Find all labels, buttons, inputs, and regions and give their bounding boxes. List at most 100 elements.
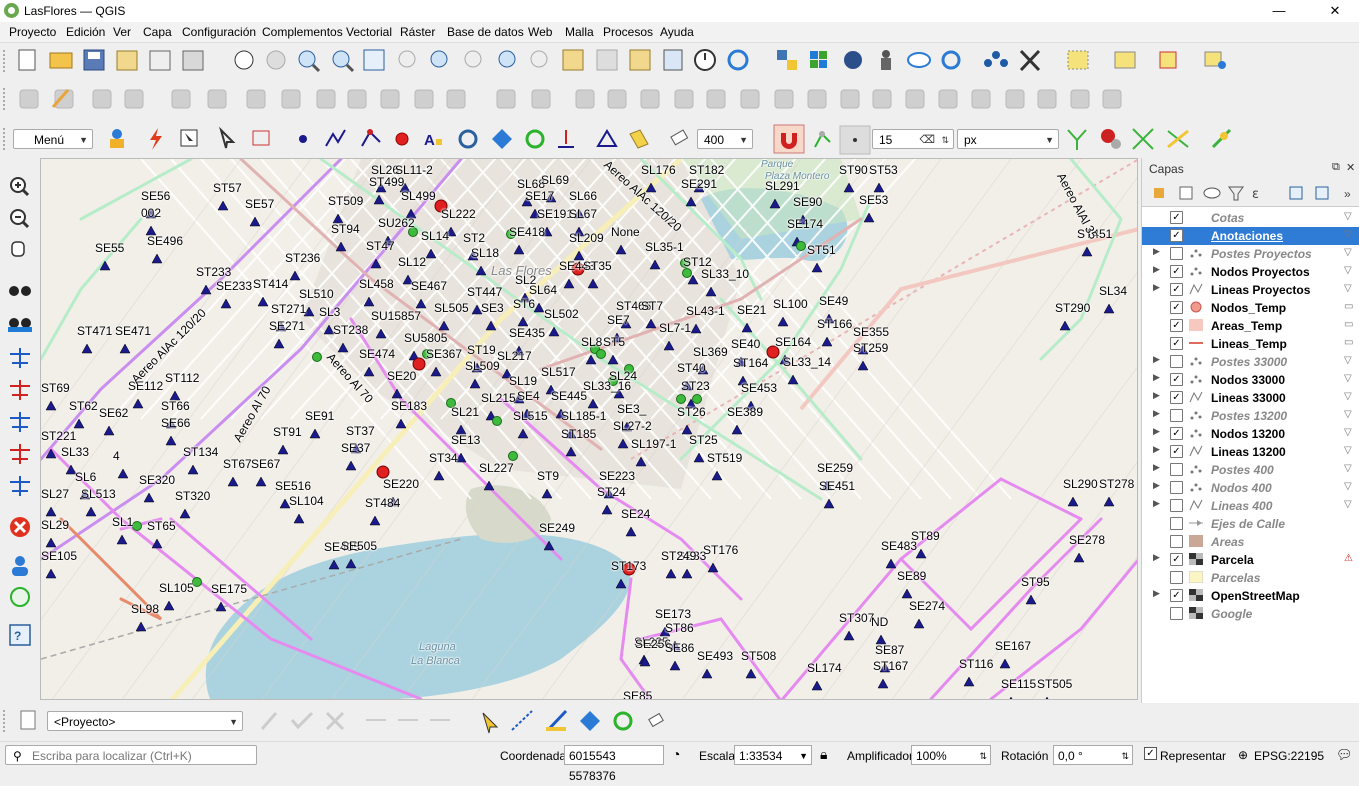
filter-icon[interactable]: ▽ xyxy=(1344,355,1354,366)
layer-anotaciones[interactable]: ✓ Anotaciones ▽ xyxy=(1142,227,1359,245)
eraser-icon[interactable] xyxy=(648,712,664,728)
expand-arrow-icon[interactable]: ▶ xyxy=(1153,408,1160,419)
layer-openstreetmap[interactable]: ▶ ✓ OpenStreetMap xyxy=(1142,587,1359,605)
expand-arrow-icon[interactable]: ▶ xyxy=(1153,462,1160,473)
node-marker[interactable] xyxy=(873,182,885,193)
zoom-layer-icon[interactable] xyxy=(430,50,448,68)
plugin-windows-icon[interactable] xyxy=(810,51,827,68)
layer-visibility-checkbox[interactable]: ✓ xyxy=(1170,373,1183,386)
disabled-pencil-icon[interactable] xyxy=(260,712,278,730)
layer-areas-temp[interactable]: ✓ Areas_Temp ▭ xyxy=(1142,317,1359,335)
disabled-edit-tool-icon[interactable] xyxy=(92,89,112,109)
select-features-icon[interactable] xyxy=(1067,50,1089,70)
binoculars-layer-icon[interactable] xyxy=(8,318,32,332)
filter-icon[interactable]: ▽ xyxy=(1344,211,1354,222)
disabled-edit-tool-icon[interactable] xyxy=(446,89,466,109)
expand-arrow-icon[interactable]: ▶ xyxy=(1153,444,1160,455)
layer-postes-33000[interactable]: ▶ Postes 33000 ▽ xyxy=(1142,353,1359,371)
layer-visibility-checkbox[interactable] xyxy=(1170,463,1183,476)
disabled-edit-tool-icon[interactable] xyxy=(938,89,958,109)
disabled-edit-tool-icon[interactable] xyxy=(706,89,726,109)
expand-arrow-icon[interactable]: ▶ xyxy=(1153,372,1160,383)
disabled-edit-tool-icon[interactable] xyxy=(414,89,434,109)
cancel-red-icon[interactable] xyxy=(10,517,30,537)
locator-search[interactable]: ⚲ Escriba para localizar (Ctrl+K) xyxy=(5,745,257,765)
node-marker[interactable] xyxy=(187,464,199,475)
layer-visibility-checkbox[interactable]: ✓ xyxy=(1170,211,1183,224)
mouse-icon[interactable]: ◔ xyxy=(672,746,680,762)
disabled-edit-tool-icon[interactable] xyxy=(380,89,400,109)
disabled-edit-tool-icon[interactable] xyxy=(281,89,301,109)
node-marker[interactable] xyxy=(777,316,789,327)
node-marker[interactable] xyxy=(1025,594,1037,605)
new-bookmark-icon[interactable] xyxy=(562,49,584,71)
identify-icon[interactable] xyxy=(1204,51,1226,69)
network-tree-icon-1[interactable] xyxy=(10,348,30,368)
layer-visibility-checkbox[interactable] xyxy=(1170,607,1183,620)
expand-arrow-icon[interactable]: ▶ xyxy=(1153,390,1160,401)
disabled-edit-tool-icon[interactable] xyxy=(971,89,991,109)
disabled-edit-tool-icon[interactable] xyxy=(171,89,191,109)
node-marker[interactable] xyxy=(85,506,97,517)
close-button[interactable]: ✕ xyxy=(1320,2,1350,20)
node-marker[interactable] xyxy=(249,216,261,227)
avoid-overlap-icon[interactable] xyxy=(1211,128,1232,149)
filter-icon[interactable]: ▽ xyxy=(1344,265,1354,276)
node-marker[interactable] xyxy=(135,621,147,632)
green-node[interactable] xyxy=(312,352,322,362)
layer-nodos-400[interactable]: ▶ Nodos 400 ▽ xyxy=(1142,479,1359,497)
menu-ver[interactable]: Ver xyxy=(113,25,131,39)
zoom-selection-icon[interactable] xyxy=(398,50,416,68)
disabled-edit-tool-icon[interactable] xyxy=(740,89,760,109)
user-blue-icon[interactable] xyxy=(12,556,28,576)
warning-icon[interactable]: ⚠ xyxy=(1344,553,1354,564)
node-marker[interactable] xyxy=(217,200,229,211)
disabled-edit-tool-icon[interactable] xyxy=(607,89,627,109)
layer-parcela[interactable]: ▶ ✓ Parcela ⚠ xyxy=(1142,551,1359,569)
node-marker[interactable] xyxy=(1073,552,1085,563)
undo-plugin-icon[interactable] xyxy=(941,50,961,70)
green-node[interactable] xyxy=(682,268,692,278)
expand-arrow-icon[interactable]: ▶ xyxy=(1153,426,1160,437)
layer-visibility-checkbox[interactable]: ✓ xyxy=(1170,319,1183,332)
node-marker[interactable] xyxy=(665,568,677,579)
layer-visibility-checkbox[interactable] xyxy=(1170,481,1183,494)
layer-nodos-33000[interactable]: ▶ ✓ Nodos 33000 ▽ xyxy=(1142,371,1359,389)
map-remove-icon[interactable] xyxy=(10,587,30,607)
layer-visibility-checkbox[interactable] xyxy=(1170,517,1183,530)
map-canvas[interactable]: SL26 SL11-2 ST499 SL499 SE56 002 ST57 SE57 ST509… xyxy=(40,158,1138,700)
green-node[interactable] xyxy=(508,451,518,461)
layer-visibility-checkbox[interactable]: ✓ xyxy=(1170,445,1183,458)
layer-postes-proyectos[interactable]: ▶ Postes Proyectos ▽ xyxy=(1142,245,1359,263)
green-node[interactable] xyxy=(492,416,502,426)
magnifier-field[interactable]: 100% ⇅ xyxy=(911,745,991,765)
save-as-icon[interactable] xyxy=(116,50,138,71)
disabled-edit-tool-icon[interactable] xyxy=(872,89,892,109)
binoculars-icon[interactable] xyxy=(9,286,31,296)
layer-visibility-checkbox[interactable] xyxy=(1170,247,1183,260)
python-console-icon[interactable] xyxy=(777,50,797,70)
float-panel-icon[interactable]: ⧉ xyxy=(1332,161,1340,174)
menu-malla[interactable]: Malla xyxy=(565,25,594,39)
disabled-check-icon[interactable] xyxy=(290,711,314,730)
network-tree-icon-3[interactable] xyxy=(10,412,30,432)
node-marker[interactable] xyxy=(179,508,191,519)
layer-ejes-de-calle[interactable]: Ejes de Calle xyxy=(1142,515,1359,533)
layer-visibility-checkbox[interactable] xyxy=(1170,499,1183,512)
disabled-edit-tool-icon[interactable] xyxy=(674,89,694,109)
menu-complementos[interactable]: Complementos xyxy=(262,25,343,39)
node-marker[interactable] xyxy=(821,336,833,347)
node-marker[interactable] xyxy=(369,515,381,526)
layer-postes-400[interactable]: ▶ Postes 400 ▽ xyxy=(1142,461,1359,479)
disabled-edit-tool-icon[interactable] xyxy=(774,89,794,109)
green-node[interactable] xyxy=(692,394,702,404)
move-node-icon[interactable] xyxy=(580,711,600,731)
disabled-edit-tool-icon[interactable] xyxy=(124,89,144,109)
node-marker[interactable] xyxy=(681,568,693,579)
close-panel-icon[interactable]: ✕ xyxy=(1346,161,1355,174)
node-marker[interactable] xyxy=(625,526,637,537)
node-marker[interactable] xyxy=(915,548,927,559)
layer-areas[interactable]: Areas xyxy=(1142,533,1359,551)
disabled-edit-tool-icon[interactable] xyxy=(1005,89,1025,109)
node-marker[interactable] xyxy=(885,558,897,569)
